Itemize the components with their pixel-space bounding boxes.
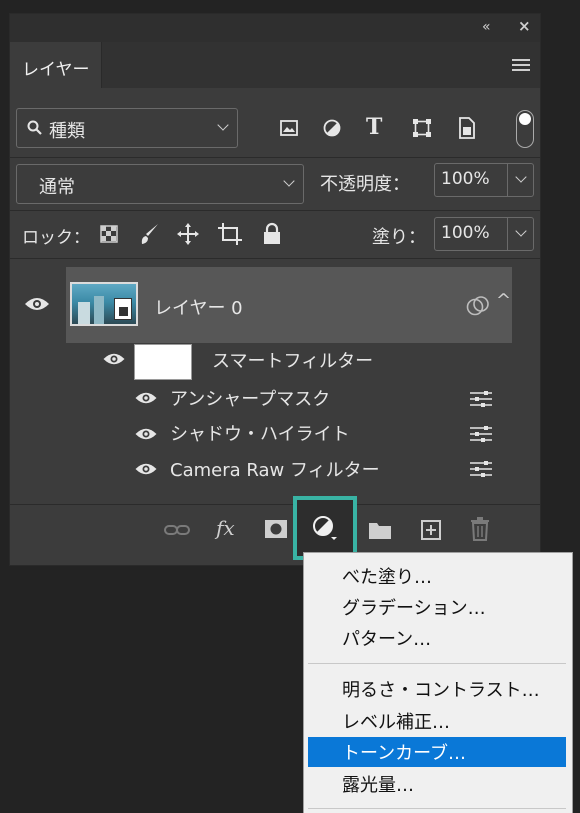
filter-options-icon[interactable]	[470, 426, 492, 442]
filter-options-icon[interactable]	[470, 391, 492, 407]
menu-item-exposure[interactable]: 露光量…	[342, 771, 414, 797]
lock-artboard-icon[interactable]	[218, 222, 242, 246]
blend-mode-select[interactable]: 通常	[16, 164, 304, 204]
layer-thumbnail	[70, 282, 138, 326]
menu-item-gradient[interactable]: グラデーション…	[342, 594, 486, 620]
layer-name[interactable]: レイヤー 0	[154, 294, 243, 320]
eye-icon[interactable]	[102, 352, 126, 366]
lock-label: ロック：	[22, 228, 90, 248]
menu-item-levels[interactable]: レベル補正…	[342, 708, 450, 734]
new-layer-icon[interactable]	[420, 519, 442, 541]
double-chevron-left-icon[interactable]: «	[482, 19, 491, 35]
smart-object-badge-icon	[114, 298, 132, 320]
chevron-down-icon[interactable]	[515, 171, 527, 183]
eye-icon[interactable]	[24, 296, 50, 312]
filter-item-label[interactable]: シャドウ・ハイライト	[170, 420, 350, 446]
panel-top-bar: « ×	[10, 14, 540, 42]
smart-filter-icon	[466, 296, 489, 316]
adjustment-filter-icon[interactable]	[323, 119, 341, 137]
menu-separator	[308, 663, 566, 664]
menu-item-solid-color[interactable]: べた塗り…	[342, 563, 432, 589]
close-icon[interactable]: ×	[518, 17, 531, 35]
lock-transparency-icon[interactable]	[100, 225, 118, 243]
chevron-down-icon	[217, 119, 229, 131]
mask-icon[interactable]	[264, 519, 288, 539]
filter-item-label[interactable]: アンシャープマスク	[170, 385, 330, 411]
fx-icon[interactable]: fx	[216, 516, 235, 540]
menu-item-pattern[interactable]: パターン…	[342, 625, 431, 651]
menu-separator	[308, 808, 566, 809]
smart-filter-mask-thumbnail[interactable]	[134, 344, 192, 380]
search-icon	[27, 120, 42, 135]
link-icon[interactable]	[164, 522, 190, 538]
eye-icon[interactable]	[134, 391, 158, 405]
trash-icon[interactable]	[470, 517, 490, 541]
group-folder-icon[interactable]	[368, 520, 392, 540]
chevron-down-icon	[283, 175, 295, 187]
adjustment-layer-icon	[313, 516, 337, 540]
shape-filter-icon[interactable]	[412, 118, 432, 138]
chevron-up-icon[interactable]: ^	[496, 290, 511, 311]
divider	[10, 258, 540, 259]
kind-filter-value: 種類	[49, 121, 85, 142]
tab-layers-label: レイヤー	[22, 60, 90, 80]
image-filter-icon[interactable]	[280, 120, 298, 136]
filter-item-label[interactable]: Camera Raw フィルター	[170, 456, 380, 482]
divider	[10, 504, 540, 505]
blend-mode-value: 通常	[39, 177, 75, 198]
adjustment-menu: べた塗り… グラデーション… パターン… 明るさ・コントラスト… レベル補正… …	[303, 552, 573, 813]
hamburger-icon[interactable]	[512, 59, 530, 71]
filter-options-icon[interactable]	[470, 461, 492, 477]
fill-value: 100%	[441, 223, 490, 243]
filter-toggle-icon[interactable]	[516, 110, 534, 148]
lock-paint-icon[interactable]	[140, 223, 160, 245]
menu-item-brightness-contrast[interactable]: 明るさ・コントラスト…	[342, 676, 540, 702]
type-filter-icon[interactable]: T	[366, 114, 382, 140]
divider	[10, 157, 540, 158]
tab-layers[interactable]: レイヤー	[10, 42, 102, 88]
smart-object-filter-icon[interactable]	[458, 117, 476, 139]
fill-label: 塗り：	[372, 227, 426, 248]
layers-panel: « × レイヤー 種類 T 通常 不透明度： 100% ロック： 塗り： 100…	[9, 13, 541, 566]
opacity-field[interactable]: 100%	[434, 163, 534, 197]
opacity-label: 不透明度：	[320, 174, 410, 195]
eye-icon[interactable]	[134, 462, 158, 476]
fill-field[interactable]: 100%	[434, 217, 534, 251]
opacity-value: 100%	[441, 169, 490, 189]
lock-all-icon[interactable]	[262, 222, 282, 246]
kind-filter-select[interactable]: 種類	[16, 108, 238, 148]
chevron-down-icon[interactable]	[515, 225, 527, 237]
smart-filters-label: スマートフィルター	[212, 351, 374, 372]
adjustment-layer-button[interactable]	[293, 496, 357, 560]
divider	[10, 210, 540, 211]
lock-position-icon[interactable]	[176, 222, 200, 246]
eye-icon[interactable]	[134, 427, 158, 441]
menu-item-curves[interactable]: トーンカーブ…	[342, 739, 466, 765]
